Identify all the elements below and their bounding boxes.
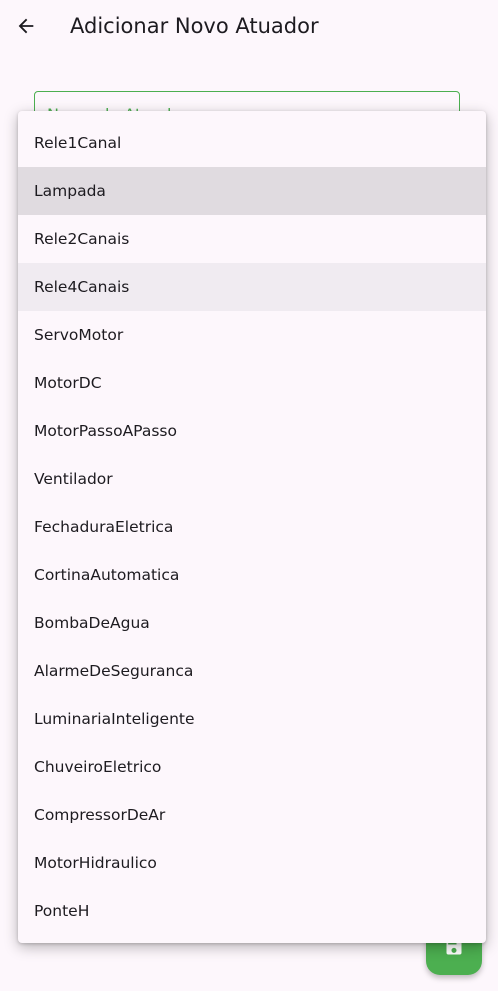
dropdown-item[interactable]: AlarmeDeSeguranca — [18, 647, 486, 695]
dropdown-item[interactable]: Ventilador — [18, 455, 486, 503]
dropdown-item[interactable]: FechaduraEletrica — [18, 503, 486, 551]
app-bar: Adicionar Novo Atuador — [0, 0, 498, 56]
dropdown-item[interactable]: BombaDeAgua — [18, 599, 486, 647]
back-button[interactable] — [12, 12, 40, 40]
arrow-left-icon — [18, 18, 34, 34]
dropdown-item[interactable]: CompressorDeAr — [18, 791, 486, 839]
dropdown-item[interactable]: PonteH — [18, 887, 486, 935]
dropdown-item[interactable]: ServoMotor — [18, 311, 486, 359]
dropdown-item[interactable]: CortinaAutomatica — [18, 551, 486, 599]
actuator-type-dropdown-menu: Rele1Canal Lampada Rele2Canais Rele4Canais S… — [18, 111, 486, 943]
dropdown-item[interactable]: ChuveiroEletrico — [18, 743, 486, 791]
dropdown-item[interactable]: MotorHidraulico — [18, 839, 486, 887]
dropdown-item[interactable]: Rele4Canais — [18, 263, 486, 311]
dropdown-item[interactable]: Rele1Canal — [18, 119, 486, 167]
dropdown-item[interactable]: Lampada — [18, 167, 486, 215]
dropdown-item[interactable]: MotorPassoAPasso — [18, 407, 486, 455]
dropdown-item[interactable]: LuminariaInteligente — [18, 695, 486, 743]
dropdown-item[interactable]: Rele2Canais — [18, 215, 486, 263]
dropdown-item[interactable]: MotorDC — [18, 359, 486, 407]
page-title: Adicionar Novo Atuador — [70, 14, 319, 38]
